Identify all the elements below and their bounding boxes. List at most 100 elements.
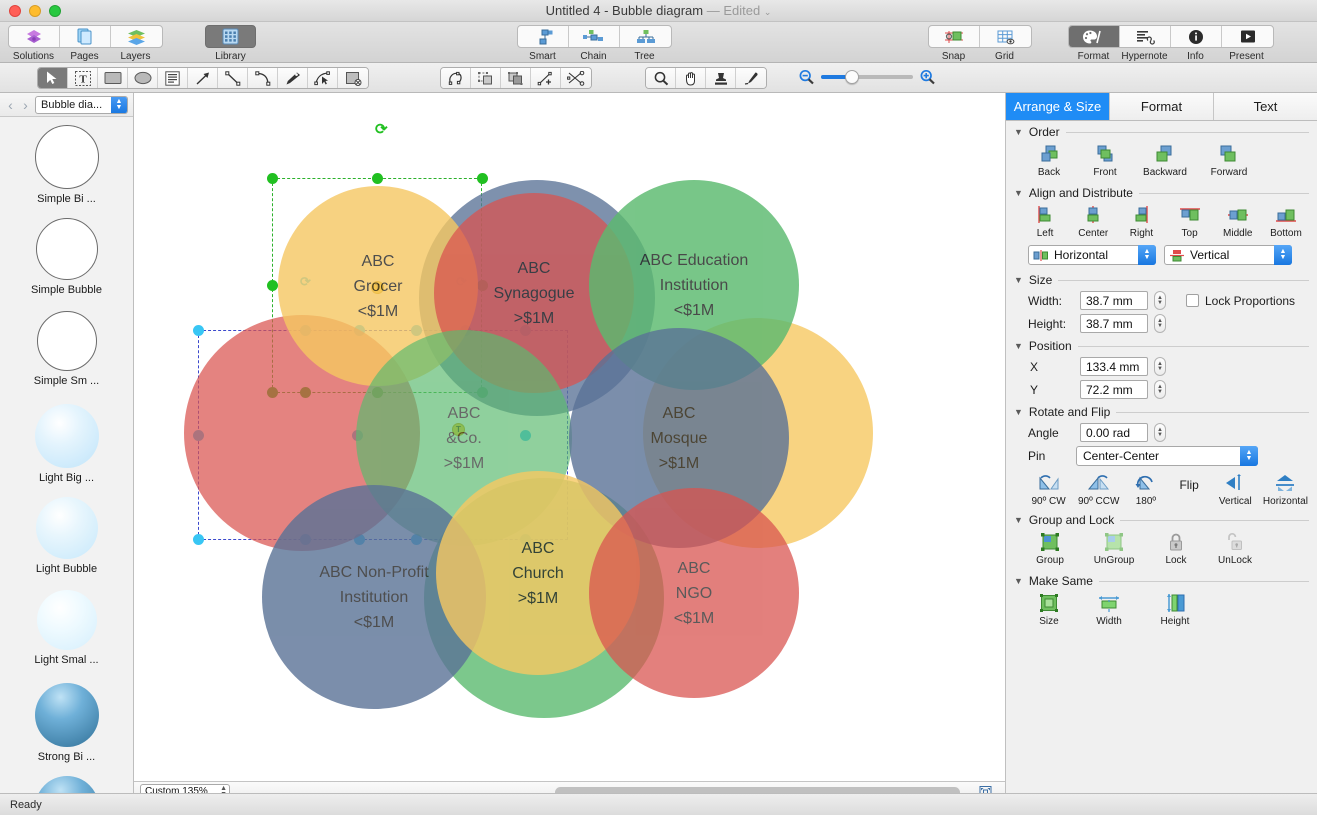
zoom-slider-thumb[interactable] xyxy=(845,70,859,84)
makesame-button-width[interactable]: Width xyxy=(1088,592,1130,627)
select-tool[interactable] xyxy=(38,68,68,88)
align-button-top[interactable]: Top xyxy=(1167,204,1213,239)
stamp-tool[interactable] xyxy=(706,68,736,88)
disclosure-triangle-icon[interactable]: ▼ xyxy=(1014,576,1023,586)
height-stepper[interactable]: ▲▼ xyxy=(1154,314,1166,333)
width-input[interactable]: 38.7 mm xyxy=(1080,291,1148,310)
disclosure-triangle-icon[interactable]: ▼ xyxy=(1014,515,1023,525)
toolbar-button-smart[interactable] xyxy=(518,26,569,47)
line-tool[interactable] xyxy=(218,68,248,88)
diagram-canvas[interactable]: ABC Grocer <$1MABC Synagogue >$1MABC Edu… xyxy=(134,93,1005,781)
toolbar-button-layers[interactable] xyxy=(111,26,162,47)
align-button-bottom[interactable]: Bottom xyxy=(1263,204,1309,239)
align-button-center[interactable]: Center xyxy=(1070,204,1116,239)
toolbar-button-hypernote[interactable] xyxy=(1120,26,1171,47)
rectangle-tool[interactable] xyxy=(98,68,128,88)
disclosure-triangle-icon[interactable]: ▼ xyxy=(1014,407,1023,417)
flip-button-vertical[interactable]: Vertical xyxy=(1211,472,1260,507)
angle-stepper[interactable]: ▲▼ xyxy=(1154,423,1166,442)
handle-blue-tl[interactable] xyxy=(193,325,204,336)
textbox-tool[interactable] xyxy=(158,68,188,88)
toolbar-button-format[interactable] xyxy=(1069,26,1120,47)
library-item-5[interactable]: Light Smal ... xyxy=(0,590,133,683)
height-input[interactable]: 38.7 mm xyxy=(1080,314,1148,333)
angle-input[interactable]: 0.00 rad xyxy=(1080,423,1148,442)
toolbar-button-library[interactable] xyxy=(205,25,256,48)
zoom-in-icon[interactable] xyxy=(919,69,936,86)
library-item-6[interactable]: Strong Bi ... xyxy=(0,683,133,776)
handle-blue-bl[interactable] xyxy=(193,534,204,545)
pin-popup[interactable]: Center-Center ▲▼ xyxy=(1076,446,1258,466)
crop-tool[interactable] xyxy=(338,68,368,88)
library-item-0[interactable]: Simple Bi ... xyxy=(0,125,133,218)
tab-format[interactable]: Format xyxy=(1110,93,1214,120)
cut-tool[interactable] xyxy=(561,68,591,88)
library-item-7[interactable] xyxy=(0,776,133,793)
library-item-4[interactable]: Light Bubble xyxy=(0,497,133,590)
handle-green-tr[interactable] xyxy=(477,173,488,184)
library-prev-button[interactable]: ‹ xyxy=(5,97,16,113)
align-button-middle[interactable]: Middle xyxy=(1215,204,1261,239)
lock-button[interactable]: Lock xyxy=(1156,531,1196,566)
rotate-button-cw[interactable]: 90º CW xyxy=(1024,472,1073,507)
text-tool[interactable]: T xyxy=(68,68,98,88)
toolbar-button-info[interactable] xyxy=(1171,26,1222,47)
order-button-back[interactable]: Back xyxy=(1028,143,1070,178)
distribute-horizontal-popup[interactable]: Horizontal ▲▼ xyxy=(1028,245,1156,265)
reshape-tool[interactable] xyxy=(441,68,471,88)
toolbar-button-solutions[interactable] xyxy=(9,26,60,47)
lock-proportions-row[interactable]: Lock Proportions xyxy=(1186,294,1295,308)
group-button[interactable]: Group xyxy=(1028,531,1072,566)
align-button-left[interactable]: Left xyxy=(1022,204,1068,239)
eyedropper-tool[interactable] xyxy=(736,68,766,88)
toolbar-button-present[interactable] xyxy=(1222,26,1273,47)
ungroup-button[interactable]: UnGroup xyxy=(1088,531,1140,566)
flip-button-horizontal[interactable]: Horizontal xyxy=(1260,472,1311,507)
curve-tool[interactable] xyxy=(248,68,278,88)
handle-green-tl[interactable] xyxy=(267,173,278,184)
union-tool[interactable] xyxy=(471,68,501,88)
disclosure-triangle-icon[interactable]: ▼ xyxy=(1014,188,1023,198)
pin-stepper[interactable]: ▲▼ xyxy=(1240,446,1258,466)
bezier-tool[interactable] xyxy=(308,68,338,88)
unlock-button[interactable]: UnLock xyxy=(1212,531,1258,566)
distribute-horizontal-stepper[interactable]: ▲▼ xyxy=(1138,245,1156,265)
toolbar-button-grid[interactable] xyxy=(980,26,1031,47)
width-stepper[interactable]: ▲▼ xyxy=(1154,291,1166,310)
position-x-stepper[interactable]: ▲▼ xyxy=(1154,357,1166,376)
zoom-slider[interactable] xyxy=(821,75,913,80)
add-point-tool[interactable] xyxy=(531,68,561,88)
handle-green-ml[interactable] xyxy=(267,280,278,291)
pen-tool[interactable] xyxy=(278,68,308,88)
library-item-1[interactable]: Simple Bubble xyxy=(0,218,133,311)
disclosure-triangle-icon[interactable]: ▼ xyxy=(1014,341,1023,351)
toolbar-button-pages[interactable] xyxy=(60,26,111,47)
disclosure-triangle-icon[interactable]: ▼ xyxy=(1014,275,1023,285)
distribute-vertical-popup[interactable]: Vertical ▲▼ xyxy=(1164,245,1292,265)
toolbar-button-snap[interactable] xyxy=(929,26,980,47)
order-button-forward[interactable]: Forward xyxy=(1204,143,1254,178)
rotate-button-180[interactable]: 180º xyxy=(1124,472,1167,507)
arrow-tool[interactable] xyxy=(188,68,218,88)
zoom-tool[interactable] xyxy=(646,68,676,88)
chevron-down-icon[interactable]: ⌄ xyxy=(764,7,772,17)
hand-tool[interactable] xyxy=(676,68,706,88)
tab-arrange-size[interactable]: Arrange & Size xyxy=(1006,93,1110,120)
rotate-handle-green[interactable]: ⟳ xyxy=(375,122,388,137)
position-y-stepper[interactable]: ▲▼ xyxy=(1154,380,1166,399)
library-selector[interactable]: Bubble dia... ▲▼ xyxy=(35,96,128,114)
library-item-2[interactable]: Simple Sm ... xyxy=(0,311,133,404)
library-selector-stepper[interactable]: ▲▼ xyxy=(111,96,127,114)
toolbar-button-tree[interactable] xyxy=(620,26,671,47)
order-button-backward[interactable]: Backward xyxy=(1140,143,1190,178)
position-x-input[interactable]: 133.4 mm xyxy=(1080,357,1148,376)
toolbar-button-chain[interactable] xyxy=(569,26,620,47)
zoom-out-icon[interactable] xyxy=(798,69,815,86)
handle-green-tc[interactable] xyxy=(372,173,383,184)
subtract-tool[interactable] xyxy=(501,68,531,88)
makesame-button-size[interactable]: Size xyxy=(1032,592,1066,627)
tab-text[interactable]: Text xyxy=(1214,93,1317,120)
disclosure-triangle-icon[interactable]: ▼ xyxy=(1014,127,1023,137)
rotate-button-ccw[interactable]: 90º CCW xyxy=(1073,472,1124,507)
distribute-vertical-stepper[interactable]: ▲▼ xyxy=(1274,245,1292,265)
